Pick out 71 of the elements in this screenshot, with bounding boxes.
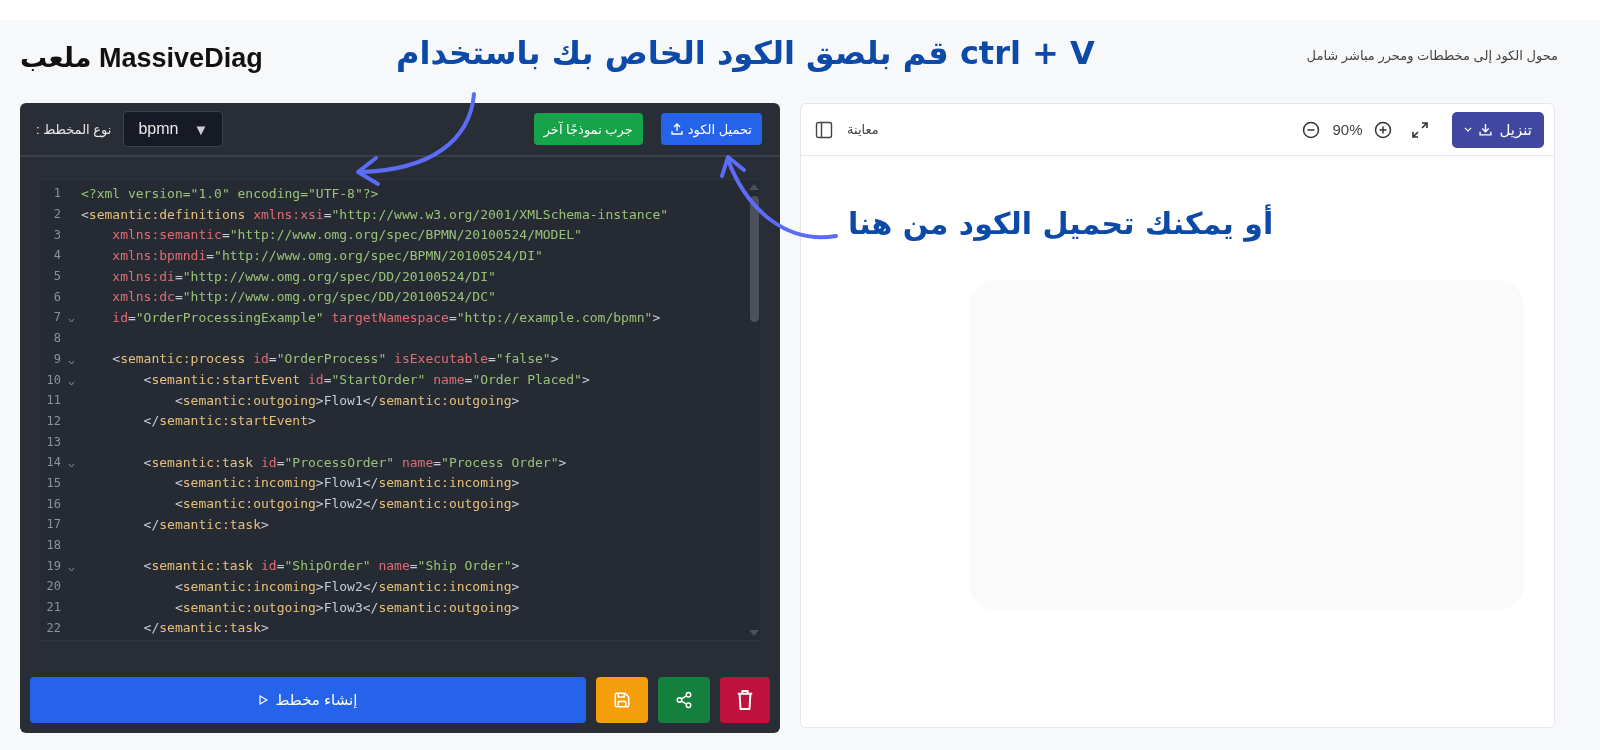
sample-button[interactable]: جرب نموذجًا آخر	[533, 113, 643, 145]
code-line: xmlns:bpmndi="http://www.omg.org/spec/BPMN/20100524/DI"	[111, 247, 543, 263]
line-number: 21	[45, 600, 61, 615]
expand-icon[interactable]	[1412, 121, 1429, 138]
line-number: 16	[45, 496, 61, 511]
line-number: 3	[52, 227, 61, 242]
code-line: <semantic:outgoing>Flow1</semantic:outgoing>	[173, 392, 520, 408]
line-number: 4	[52, 248, 61, 263]
zoom-level: 90%	[1332, 121, 1363, 138]
code-line: <semantic:incoming>Flow1</semantic:incoming>	[173, 475, 520, 491]
download-icon	[1479, 123, 1493, 136]
fold-icon[interactable]	[67, 463, 75, 469]
caret-icon	[1464, 127, 1473, 132]
line-number: 7	[52, 310, 61, 325]
share-button[interactable]	[658, 677, 710, 723]
zoom-in-icon[interactable]	[1374, 120, 1393, 139]
code-line: <semantic:task id="ProcessOrder" name="Process Order">	[142, 454, 567, 470]
line-number: 13	[45, 434, 61, 449]
line-number: 10	[45, 372, 61, 387]
line-number: 15	[45, 475, 61, 490]
line-number: 6	[52, 289, 61, 304]
line-number: 12	[45, 413, 61, 428]
upload-button[interactable]: تحميل الكود	[660, 113, 762, 145]
line-number: 22	[45, 620, 61, 635]
code-line: <?xml version="1.0" encoding="UTF-8"?>	[81, 185, 379, 201]
app-title: MassiveDiag ملعب	[20, 41, 263, 74]
line-number: 19	[45, 558, 61, 573]
code-line: </semantic:task>	[142, 620, 269, 636]
download-button[interactable]: تنزيل	[1452, 111, 1544, 148]
line-number: 20	[45, 579, 61, 594]
generate-button[interactable]: إنشاء مخطط	[30, 677, 586, 723]
code-line: xmlns:dc="http://www.omg.org/spec/DD/20100524/DC"	[111, 289, 496, 305]
play-icon	[258, 695, 268, 705]
zoom-out-icon[interactable]	[1302, 120, 1321, 139]
code-line: </semantic:startEvent>	[142, 413, 316, 429]
code-line: xmlns:di="http://www.omg.org/spec/DD/20100524/DI"	[111, 268, 496, 284]
code-line: <semantic:task id="ShipOrder" name="Ship Order">	[142, 558, 520, 574]
diagram-type-label: نوع المخطط :	[36, 121, 112, 137]
code-line: id="OrderProcessingExample" targetNamespace="http://example.com/bpmn">	[111, 309, 661, 325]
line-number: 2	[52, 207, 61, 222]
delete-button[interactable]	[720, 677, 770, 723]
line-number: 11	[45, 393, 61, 408]
annotation-text: أو يمكنك تحميل الكود من هنا	[848, 206, 1274, 241]
sidebar-icon[interactable]	[815, 120, 833, 139]
line-number: 9	[52, 351, 61, 366]
line-number: 8	[52, 331, 61, 346]
code-line: <semantic:process id="OrderProcess" isExecutable="false">	[111, 351, 559, 367]
line-number: 1	[52, 186, 61, 201]
code-line: <semantic:incoming>Flow2</semantic:incoming>	[173, 578, 520, 594]
code-editor[interactable]	[38, 179, 762, 641]
annotation-text: قم بلصق الكود الخاص بك باستخدام ctrl + V	[396, 34, 1095, 72]
diagram-type-select[interactable]: bpmn ▼	[123, 111, 224, 147]
trash-icon	[736, 690, 754, 710]
fold-icon[interactable]	[67, 566, 75, 572]
code-line: <semantic:startEvent id="StartOrder" name="Order Placed">	[142, 372, 590, 388]
code-line: </semantic:task>	[142, 516, 269, 532]
fold-icon[interactable]	[67, 380, 75, 386]
upload-icon	[670, 123, 683, 135]
code-line: <semantic:definitions xmlns:xsi="http://www.w3.org/2001/XMLSchema-instance"	[81, 206, 669, 222]
line-number: 14	[45, 455, 61, 470]
code-line: <semantic:outgoing>Flow2</semantic:outgoing>	[173, 496, 520, 512]
preview-label: معاينة	[847, 122, 879, 137]
line-number: 5	[52, 269, 61, 284]
fold-icon[interactable]	[67, 318, 75, 324]
line-number: 17	[45, 517, 61, 532]
line-number: 18	[45, 538, 61, 553]
app-subtitle: محول الكود إلى مخططات ومحرر مباشر شامل	[1306, 48, 1558, 63]
code-line: <semantic:outgoing>Flow3</semantic:outgoing>	[173, 599, 520, 615]
fold-icon[interactable]	[67, 359, 75, 365]
code-line: xmlns:semantic="http://www.omg.org/spec/BPMN/20100524/MODEL"	[111, 227, 582, 243]
share-icon	[675, 691, 693, 709]
